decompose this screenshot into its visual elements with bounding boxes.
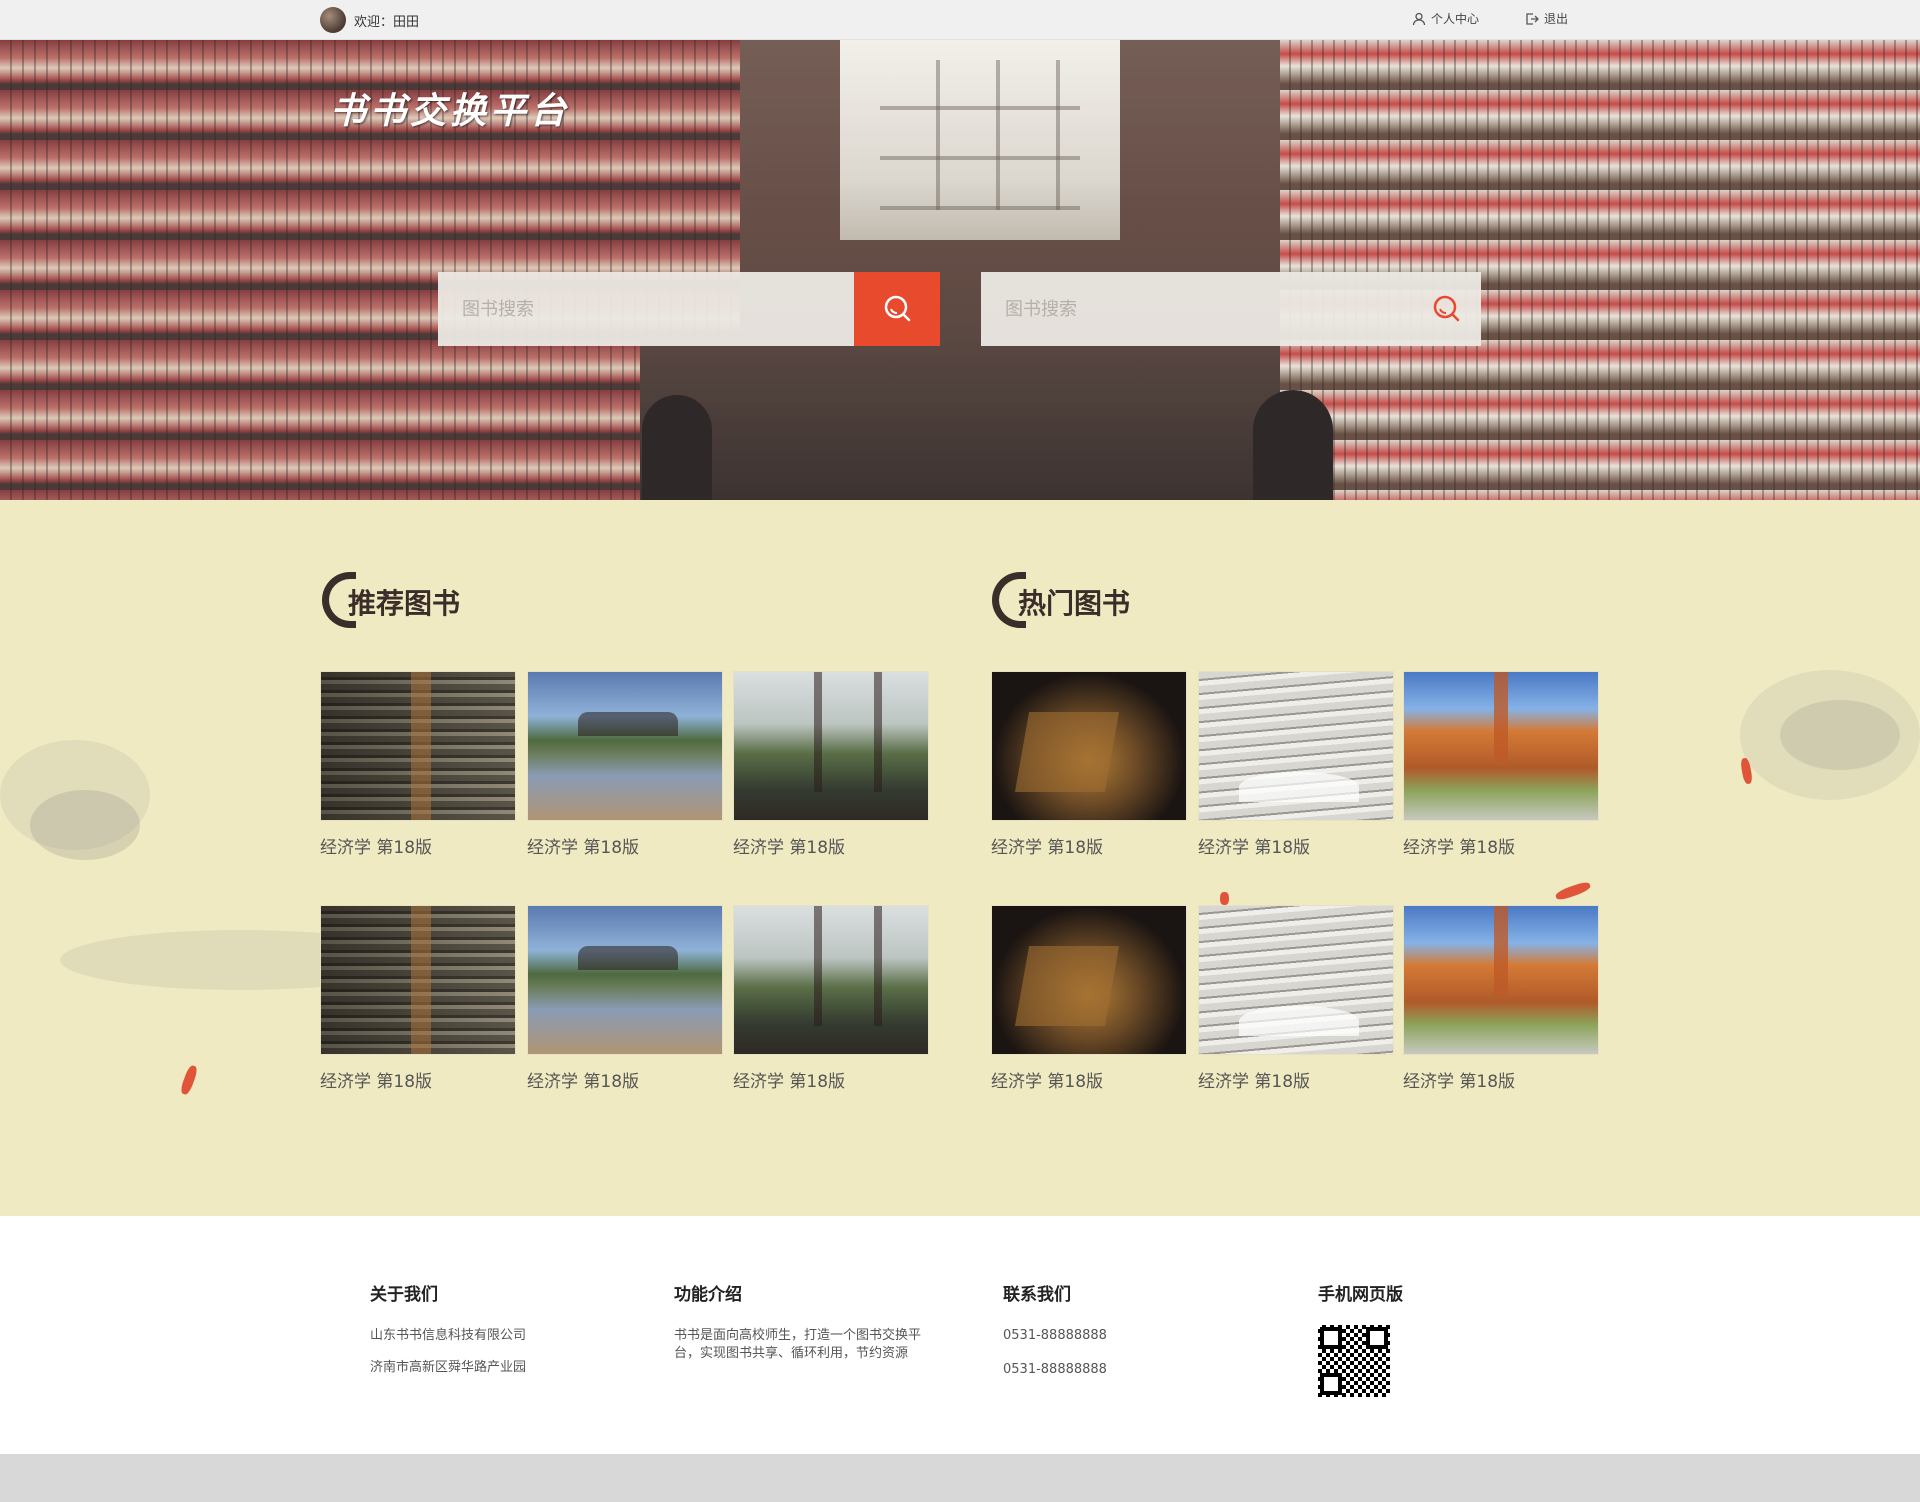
book-card[interactable]: 经济学 第18版 (733, 905, 929, 1092)
personal-center-label: 个人中心 (1431, 12, 1480, 26)
book-sections (0, 500, 1920, 1216)
book-card[interactable]: 经济学 第18版 (1198, 905, 1394, 1092)
crescent-icon (992, 572, 1026, 628)
book-cover-image[interactable] (733, 671, 929, 821)
contact-phone: 0531-88888888 (1003, 1328, 1107, 1343)
logout-label: 退出 (1544, 12, 1569, 26)
search-icon (1433, 295, 1460, 322)
petal-decoration (179, 1064, 199, 1096)
book-cover-image[interactable] (1403, 671, 1599, 821)
book-cover-image[interactable] (527, 671, 723, 821)
book-title[interactable]: 经济学 第18版 (320, 1067, 516, 1092)
book-card[interactable]: 经济学 第18版 (1403, 671, 1599, 858)
book-cover-image[interactable] (320, 905, 516, 1055)
book-cover-image[interactable] (320, 671, 516, 821)
book-cover-image[interactable] (991, 905, 1187, 1055)
search-box-secondary (981, 272, 1481, 346)
user-icon (1412, 12, 1426, 25)
footer-about: 关于我们 山东书书信息科技有限公司 济南市高新区舜华路产业园 (370, 1280, 630, 1391)
book-cover-image[interactable] (991, 671, 1187, 821)
book-title[interactable]: 经济学 第18版 (991, 833, 1187, 858)
search-icon (884, 295, 911, 322)
welcome-area: 欢迎：田田 (320, 6, 419, 34)
book-cover-image[interactable] (1198, 671, 1394, 821)
book-card[interactable]: 经济学 第18版 (320, 905, 516, 1092)
book-card[interactable]: 经济学 第18版 (1198, 671, 1394, 858)
book-title[interactable]: 经济学 第18版 (527, 833, 723, 858)
book-card[interactable]: 经济学 第18版 (991, 905, 1187, 1092)
footer-features-title: 功能介绍 (674, 1285, 742, 1305)
welcome-text: 欢迎：田田 (354, 14, 420, 30)
book-title[interactable]: 经济学 第18版 (733, 1067, 929, 1092)
footer-contact: 联系我们 0531-88888888 0531-88888888 (1003, 1280, 1203, 1395)
ink-cloud-decoration (30, 790, 140, 860)
contact-phone: 0531-88888888 (1003, 1362, 1107, 1377)
footer-about-title: 关于我们 (370, 1285, 438, 1305)
search-input-secondary[interactable] (981, 272, 1411, 346)
book-title[interactable]: 经济学 第18版 (527, 1067, 723, 1092)
book-cover-image[interactable] (527, 905, 723, 1055)
book-title[interactable]: 经济学 第18版 (320, 833, 516, 858)
hero-banner (0, 40, 1920, 500)
book-card[interactable]: 经济学 第18版 (1403, 905, 1599, 1092)
qr-code-icon (1318, 1325, 1390, 1397)
book-title[interactable]: 经济学 第18版 (1198, 1067, 1394, 1092)
book-card[interactable]: 经济学 第18版 (527, 671, 723, 858)
search-button[interactable] (854, 272, 940, 346)
book-title[interactable]: 经济学 第18版 (1403, 1067, 1599, 1092)
crescent-icon (322, 572, 356, 628)
search-input[interactable] (438, 272, 854, 346)
company-name: 山东书书信息科技有限公司 (370, 1328, 527, 1343)
book-title[interactable]: 经济学 第18版 (1403, 833, 1599, 858)
book-title[interactable]: 经济学 第18版 (1198, 833, 1394, 858)
footer-features: 功能介绍 书书是面向高校师生，打造一个图书交换平台，实现图书共享、循环利用，节约… (674, 1280, 934, 1363)
book-title[interactable]: 经济学 第18版 (991, 1067, 1187, 1092)
section-title-hot: 热门图书 (992, 572, 1130, 630)
book-title[interactable]: 经济学 第18版 (733, 833, 929, 858)
logout-link[interactable]: 退出 (1525, 10, 1568, 27)
top-bar: 欢迎：田田 个人中心 退出 (0, 0, 1920, 40)
footer-mobile-title: 手机网页版 (1318, 1285, 1403, 1305)
book-card[interactable]: 经济学 第18版 (733, 671, 929, 858)
top-links: 个人中心 退出 (1412, 10, 1568, 27)
personal-center-link[interactable]: 个人中心 (1412, 10, 1479, 27)
petal-decoration (1220, 892, 1229, 905)
book-card[interactable]: 经济学 第18版 (991, 671, 1187, 858)
company-address: 济南市高新区舜华路产业园 (370, 1360, 527, 1375)
footer-mobile: 手机网页版 (1318, 1280, 1518, 1397)
ink-cloud-decoration (1780, 700, 1900, 770)
footer-contact-title: 联系我们 (1003, 1285, 1071, 1305)
footer (0, 1216, 1920, 1454)
search-button-secondary[interactable] (1411, 272, 1481, 346)
book-cover-image[interactable] (733, 905, 929, 1055)
avatar[interactable] (320, 7, 346, 33)
book-card[interactable]: 经济学 第18版 (320, 671, 516, 858)
petal-decoration (1554, 880, 1592, 902)
logout-icon (1526, 12, 1539, 25)
book-card[interactable]: 经济学 第18版 (527, 905, 723, 1092)
book-cover-image[interactable] (1403, 905, 1599, 1055)
site-title: 书书交换平台 (330, 90, 571, 132)
features-text: 书书是面向高校师生，打造一个图书交换平台，实现图书共享、循环利用，节约资源 (674, 1328, 922, 1361)
book-cover-image[interactable] (1198, 905, 1394, 1055)
search-box-primary (438, 272, 940, 346)
section-title-recommended: 推荐图书 (322, 572, 460, 630)
copyright-bar (0, 1454, 1920, 1502)
